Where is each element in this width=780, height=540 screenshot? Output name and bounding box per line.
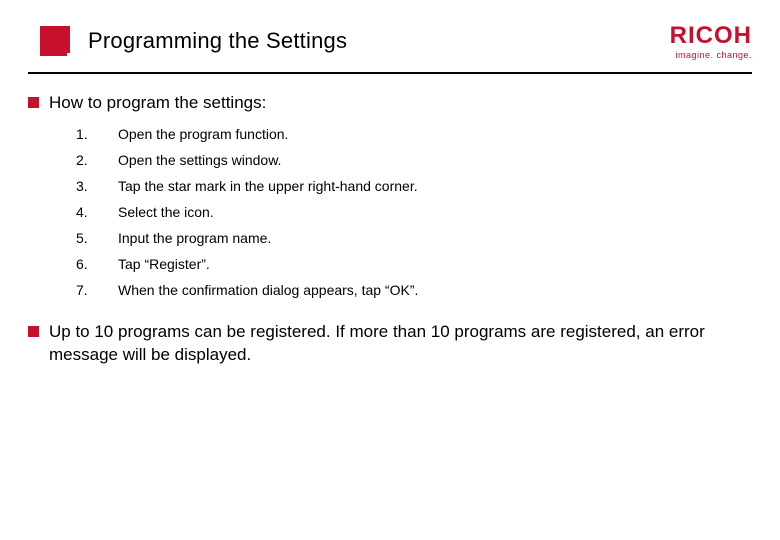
brand-logo: RICOH imagine. change.	[670, 22, 752, 60]
logo-tagline: imagine. change.	[670, 50, 752, 60]
note-text: Up to 10 programs can be registered. If …	[49, 321, 752, 367]
steps-list: 1. Open the program function. 2. Open th…	[76, 121, 752, 303]
list-item: 5. Input the program name.	[76, 225, 752, 251]
step-text: Select the icon.	[118, 204, 214, 220]
step-text: Open the settings window.	[118, 152, 281, 168]
section-heading: How to program the settings:	[49, 92, 266, 115]
step-text: When the confirmation dialog appears, ta…	[118, 282, 418, 298]
note-row: Up to 10 programs can be registered. If …	[28, 321, 752, 367]
title-bullet-icon	[40, 26, 70, 56]
title-group: Programming the Settings	[40, 26, 347, 56]
list-item: 6. Tap “Register”.	[76, 251, 752, 277]
step-text: Tap the star mark in the upper right-han…	[118, 178, 418, 194]
logo-text: RICOH	[670, 24, 752, 48]
section-heading-row: How to program the settings:	[28, 92, 752, 115]
step-number: 5.	[76, 230, 90, 246]
slide-content: How to program the settings: 1. Open the…	[0, 74, 780, 367]
step-text: Input the program name.	[118, 230, 271, 246]
step-number: 7.	[76, 282, 90, 298]
step-number: 1.	[76, 126, 90, 142]
page-title: Programming the Settings	[88, 28, 347, 54]
slide-header: Programming the Settings RICOH imagine. …	[0, 0, 780, 68]
list-item: 1. Open the program function.	[76, 121, 752, 147]
list-item: 4. Select the icon.	[76, 199, 752, 225]
step-number: 4.	[76, 204, 90, 220]
step-text: Tap “Register”.	[118, 256, 210, 272]
list-item: 2. Open the settings window.	[76, 147, 752, 173]
list-item: 7. When the confirmation dialog appears,…	[76, 277, 752, 303]
list-item: 3. Tap the star mark in the upper right-…	[76, 173, 752, 199]
step-number: 3.	[76, 178, 90, 194]
step-number: 6.	[76, 256, 90, 272]
square-bullet-icon	[28, 97, 39, 108]
square-bullet-icon	[28, 326, 39, 337]
step-text: Open the program function.	[118, 126, 288, 142]
step-number: 2.	[76, 152, 90, 168]
